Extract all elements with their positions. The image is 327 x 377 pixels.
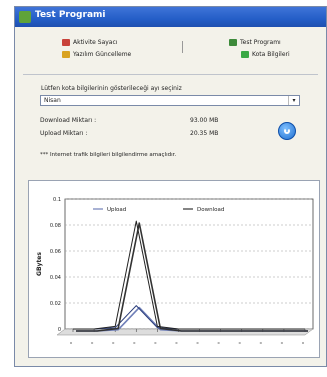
kota-label: Kota Bilgileri	[252, 51, 290, 58]
window-title: Test Programi	[35, 10, 106, 20]
upload-label: Upload Miktarı :	[40, 130, 88, 137]
y-tick-label: 0.02	[50, 301, 61, 307]
y-tick-label: 0.06	[50, 249, 61, 255]
yazilim-label: Yazılım Güncelleme	[73, 51, 132, 58]
chart-panel: 0.1 0.08 0.06 0.04 0.02 0 GBytes Upload Download	[28, 180, 320, 358]
legend-label: Download	[197, 207, 224, 213]
traffic-chart: 0.1 0.08 0.06 0.04 0.02 0 GBytes Upload Download	[36, 197, 314, 344]
y-tick-label: 0.04	[50, 275, 61, 281]
activity-icon	[62, 39, 70, 46]
yazilim-button[interactable]: Yazılım Güncelleme	[62, 51, 131, 58]
test-label: Test Programı	[240, 39, 281, 46]
refresh-icon[interactable]	[278, 122, 296, 140]
y-axis-label: GBytes	[36, 252, 43, 276]
month-select[interactable]: Nisan ▾	[40, 95, 300, 106]
upload-value: 20.35 MB	[190, 130, 219, 137]
y-tick-label: 0	[58, 327, 61, 333]
quota-icon	[241, 51, 249, 58]
info-note: *** Internet trafik bilgileri bilgilendi…	[40, 152, 177, 158]
toolbar: Aktivite Sayacı Yazılım Güncelleme Test …	[27, 37, 317, 69]
download-value: 93.00 MB	[190, 117, 219, 124]
kota-button[interactable]: Kota Bilgileri	[241, 51, 290, 58]
app-icon	[19, 11, 31, 23]
toolbar-separator	[182, 41, 183, 53]
test-icon	[229, 39, 237, 46]
title-bar[interactable]: Test Programi	[15, 7, 326, 27]
plot-area	[64, 198, 314, 330]
y-tick-label: 0.08	[50, 223, 61, 229]
aktivite-button[interactable]: Aktivite Sayacı	[62, 39, 117, 46]
test-button[interactable]: Test Programı	[229, 39, 281, 46]
update-icon	[62, 51, 70, 58]
month-value: Nisan	[44, 97, 61, 104]
divider	[23, 74, 318, 75]
download-label: Download Miktarı :	[40, 117, 97, 124]
plot-floor	[56, 328, 314, 336]
aktivite-label: Aktivite Sayacı	[73, 39, 118, 46]
legend-label: Upload	[107, 207, 126, 213]
y-tick-label: 0.1	[53, 197, 61, 203]
month-prompt: Lütfen kota bilgilerinin gösterileceği a…	[41, 85, 182, 92]
chevron-down-icon[interactable]: ▾	[288, 96, 299, 105]
